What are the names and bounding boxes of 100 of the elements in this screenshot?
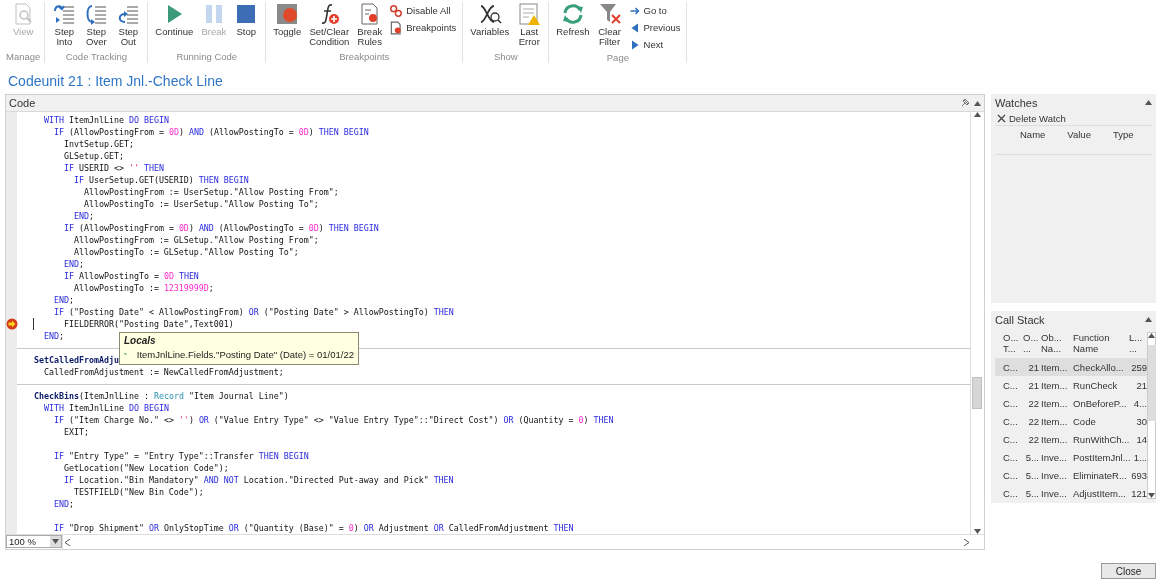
panel-title: Watches: [995, 96, 1038, 109]
table-cell-text: C...: [1003, 415, 1019, 427]
table-cell-text: 693: [1130, 469, 1147, 481]
filter-clear-icon: [597, 2, 622, 26]
breakpoints-off-icon: [389, 3, 404, 18]
table-cell-text: 21: [1027, 361, 1039, 373]
ribbon-button[interactable]: Step Over: [81, 2, 112, 47]
code-line: IF (AllowPostingFrom = 0D) AND (AllowPostingTo = 0D) THEN BEGIN: [62, 222, 379, 234]
code-line: EXIT;: [62, 426, 89, 438]
table-cell-text: C...: [1003, 469, 1019, 481]
group-label: Show: [493, 51, 518, 63]
table-cell-text: Inve...: [1041, 487, 1068, 499]
table-cell-text: C...: [1003, 379, 1019, 391]
call-stack-row[interactable]: C... 5... Inve... EliminateR... 693: [995, 466, 1147, 484]
table-cell-text: Item...: [1041, 379, 1069, 391]
table-cell-text: Inve...: [1041, 469, 1068, 481]
ribbon-button[interactable]: Last Error: [514, 2, 545, 47]
ribbon-button[interactable]: Set/Clear Condition: [306, 2, 353, 47]
column-header: Function Name: [1073, 332, 1110, 354]
tooltip-text: ItemJnlLine.Fields."Posting Date" (Date) = 01/01/22: [136, 348, 354, 360]
ribbon-button[interactable]: Stop: [231, 2, 262, 37]
table-cell-text: 22: [1027, 433, 1039, 445]
code-line: GetLocation("New Location Code");: [62, 462, 229, 474]
ribbon-button[interactable]: Variables: [467, 2, 513, 37]
ribbon-button[interactable]: Step Out: [113, 2, 144, 47]
page-title: Codeunit 21 : Item Jnl.-Check Line: [7, 72, 224, 91]
group-label: Code Tracking: [65, 51, 127, 63]
ribbon-button[interactable]: Continue: [152, 2, 197, 37]
ribbon-button[interactable]: Toggle: [270, 2, 305, 37]
call-stack-row[interactable]: C... 21 Item... RunCheck 21: [995, 376, 1147, 394]
ribbon-button[interactable]: Next: [626, 37, 683, 52]
table-cell: RunWithCh...: [1073, 433, 1127, 445]
table-cell-text: Item...: [1041, 433, 1069, 445]
call-stack-row[interactable]: C... 22 Item... OnBeforeP... 4...: [995, 394, 1147, 412]
table-cell-text: 121: [1130, 487, 1147, 499]
table-cell-text: C...: [1003, 397, 1019, 409]
group-label: Running Code: [176, 51, 238, 63]
code-line: InvtSetup.GET;: [62, 138, 134, 150]
caret-icon: [52, 539, 59, 544]
scrollbar-thumb[interactable]: [972, 377, 982, 409]
ribbon-button[interactable]: Breakpoints: [387, 20, 459, 35]
code-line: AllowPostingFrom := GLSetup."Allow Posting From";: [72, 234, 319, 246]
column-header: Ob... Na...: [1041, 332, 1062, 354]
table-cell-text: 14: [1135, 433, 1147, 445]
table-cell-text: 22: [1027, 397, 1039, 409]
table-cell-text: Code: [1073, 415, 1097, 427]
collapse-icon: [1145, 317, 1152, 322]
ribbon-button[interactable]: Refresh: [553, 2, 593, 37]
table-cell-text: C...: [1003, 433, 1019, 445]
scroll-down-icon: [974, 529, 981, 534]
column-header: O... T...: [1003, 332, 1019, 354]
code-line: CalledFromAdjustment := NewCalledFromAdjustment;: [43, 366, 284, 378]
table-cell: EliminateR...: [1073, 469, 1127, 481]
code-line: FIELDERROR("Posting Date",Text001): [33, 318, 234, 330]
code-line: WITH ItemJnlLine DO BEGIN: [43, 114, 169, 126]
ribbon-button[interactable]: Step Into: [49, 2, 80, 47]
code-line: END;: [72, 210, 94, 222]
call-stack-row[interactable]: C... 22 Item... RunWithCh... 14: [995, 430, 1147, 448]
call-stack-row[interactable]: C... 22 Item... Code 30: [995, 412, 1147, 430]
panel-title: Code: [9, 97, 37, 109]
table-cell-text: C...: [1003, 487, 1019, 499]
document-breakpoint-icon: [389, 20, 404, 35]
pin-icon[interactable]: [960, 98, 970, 108]
table-cell: AdjustItem...: [1073, 487, 1127, 499]
ribbon-button[interactable]: Go to: [626, 3, 683, 18]
step-into-icon: [52, 2, 77, 26]
call-stack-row[interactable]: C... 21 Item... CheckAllo... 259: [995, 358, 1147, 376]
code-line: END;: [52, 498, 74, 510]
column-header: Type: [1112, 129, 1134, 142]
tooltip-title: Locals: [124, 335, 157, 346]
code-line: IF "Drop Shipment" OR OnlyStopTime OR ("Quantity (Base)" = 0) OR Adjustment OR CalledFromAdjustment THEN: [52, 522, 574, 534]
ribbon-button[interactable]: Break Rules: [354, 2, 386, 47]
ribbon-button[interactable]: Previous: [626, 20, 683, 35]
code-line: IF (AllowPostingFrom = 0D) AND (AllowPostingTo = 0D) THEN BEGIN: [52, 126, 369, 138]
ribbon-button[interactable]: Disable All: [387, 3, 459, 18]
code-line: IF "Entry Type" = "Entry Type"::Transfer THEN BEGIN: [52, 450, 309, 462]
zoom-dropdown[interactable]: 100 %: [6, 535, 62, 548]
call-stack-row[interactable]: C... 5... Inve... PostItemJnl... 1...: [995, 448, 1147, 466]
code-line: AllowPostingTo := UserSetup."Allow Posting To";: [82, 198, 319, 210]
table-cell-text: 5...: [1024, 469, 1039, 481]
scroll-down-icon: [1148, 493, 1155, 498]
table-cell-text: 4...: [1132, 397, 1147, 409]
scrollbar-thumb[interactable]: [1148, 345, 1156, 421]
code-line: IF UserSetup.GET(USERID) THEN BEGIN: [72, 174, 249, 186]
step-over-icon: [84, 2, 109, 26]
delete-watch-button[interactable]: Delete Watch: [995, 111, 1068, 125]
table-cell-text: CheckAllo...: [1073, 361, 1125, 373]
group-label: Page: [606, 52, 629, 64]
call-stack-row[interactable]: C... 5... Inve... AdjustItem... 121: [995, 484, 1147, 502]
code-line: AllowPostingFrom := UserSetup."Allow Posting From";: [82, 186, 339, 198]
close-button[interactable]: Close: [1101, 563, 1156, 579]
code-line: TESTFIELD("New Bin Code");: [72, 486, 204, 498]
ribbon-button[interactable]: Clear Filter: [594, 2, 625, 47]
code-line: END;: [52, 294, 74, 306]
table-cell: OnBeforeP...: [1073, 397, 1127, 409]
collapse-icon: [1145, 100, 1152, 105]
table-cell-text: RunCheck: [1073, 379, 1119, 391]
code-line: AllowPostingTo := 12319999D;: [72, 282, 214, 294]
table-cell-text: Item...: [1041, 361, 1069, 373]
code-line: IF Location."Bin Mandatory" AND NOT Location."Directed Put-away and Pick" THEN: [62, 474, 454, 486]
